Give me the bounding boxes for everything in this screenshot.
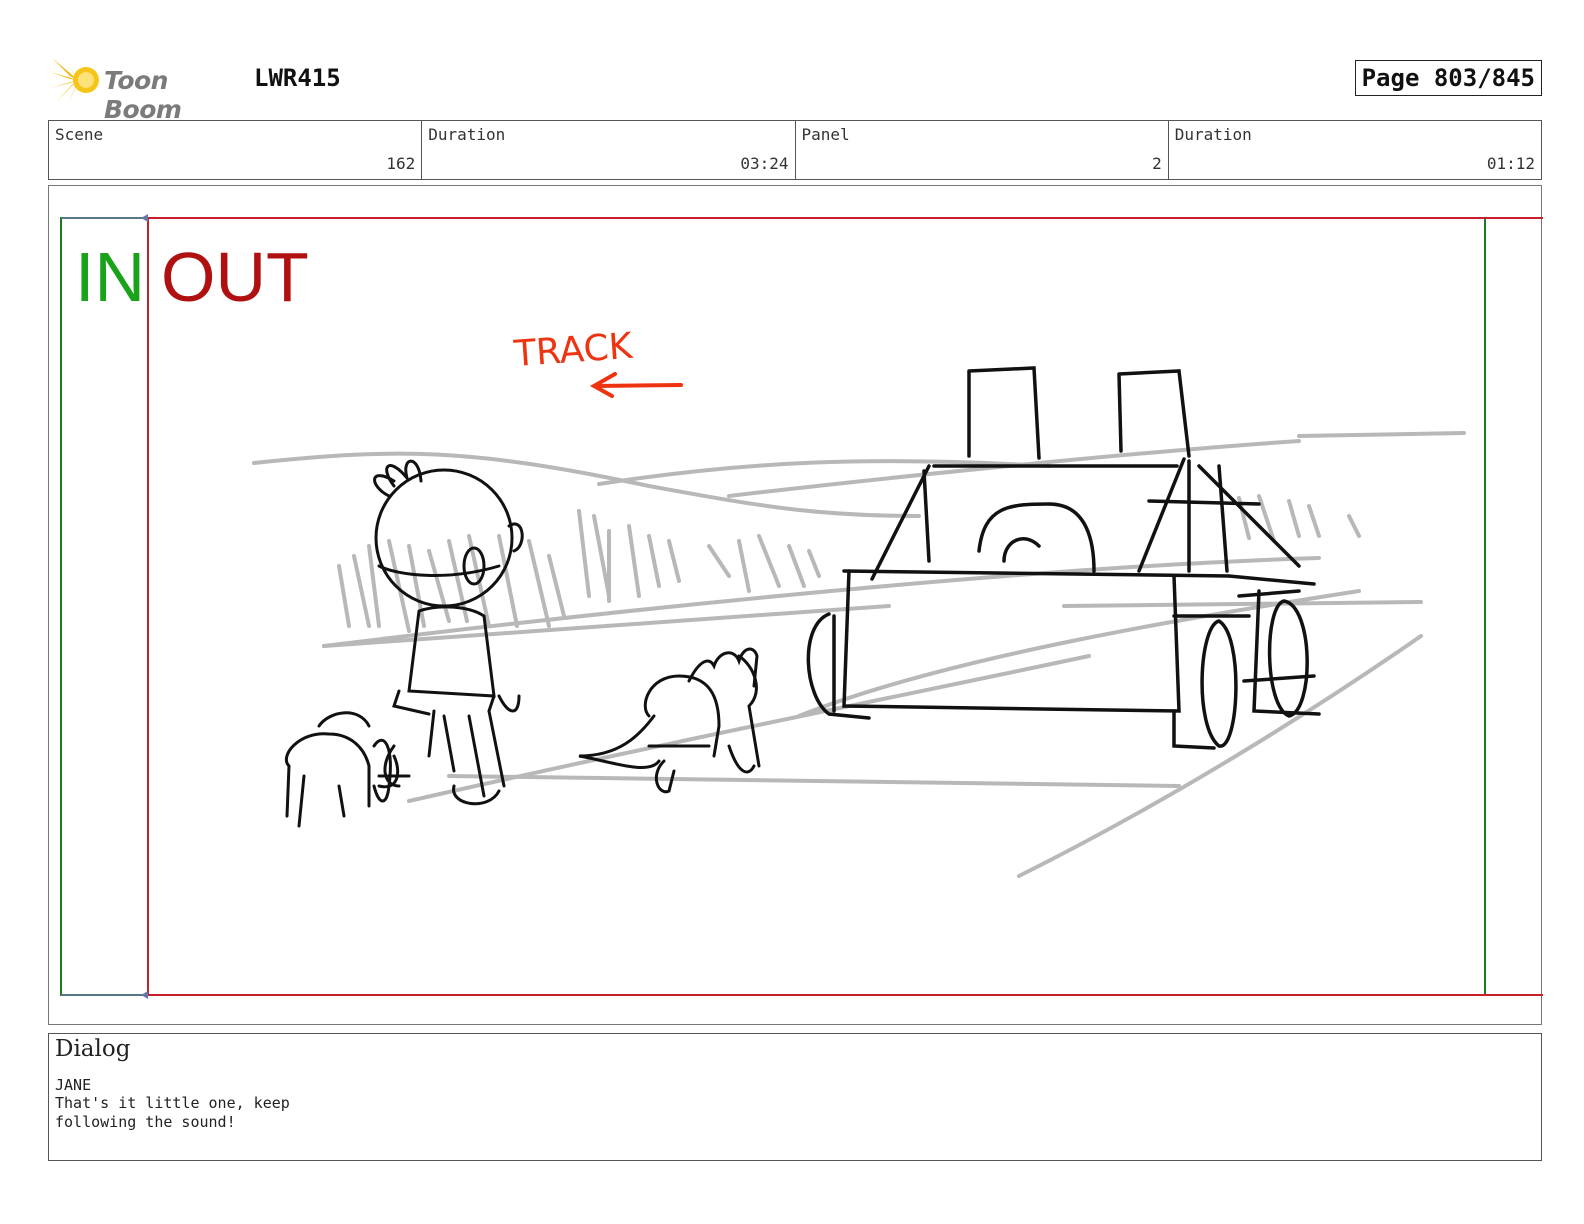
scene-value: 162 [386, 154, 416, 173]
in-label: IN [75, 238, 145, 316]
cat-sketch [578, 647, 761, 794]
scene-cell: Scene 162 [49, 121, 423, 179]
panel-duration-value: 01:12 [1486, 154, 1535, 173]
dialog-box: Dialog JANE That's it little one, keep f… [48, 1033, 1542, 1161]
sun-burst-icon [50, 58, 99, 104]
toon-boom-logo: Toon Boom [48, 54, 243, 124]
scene-duration-label: Duration [428, 125, 506, 144]
panel-cell: Panel 2 [796, 121, 1169, 179]
panel-duration-cell: Duration 01:12 [1169, 121, 1541, 179]
page-header: Toon Boom LWR415 Page 803/845 [48, 52, 1542, 124]
background-sketch [252, 431, 1466, 878]
dialog-line: That's it little one, keep [55, 1094, 290, 1112]
out-label: OUT [161, 238, 309, 316]
dialog-line: following the sound! [55, 1113, 236, 1131]
scene-label: Scene [55, 125, 104, 144]
project-code: LWR415 [254, 64, 341, 92]
vehicle-sketch [806, 366, 1321, 750]
page-number: Page 803/845 [1354, 60, 1542, 96]
storyboard-panel: IN OUT TRACK [48, 185, 1543, 1025]
dialog-title: Dialog [55, 1036, 131, 1062]
dialog-speaker: JANE [55, 1076, 92, 1094]
panel-drawing: IN OUT TRACK [60, 214, 1543, 999]
panel-value: 2 [1152, 154, 1162, 173]
camera-note: TRACK [512, 326, 635, 375]
scene-duration-value: 03:24 [740, 154, 789, 173]
dog-sketch [285, 711, 411, 828]
panel-label: Panel [801, 125, 850, 144]
track-arrow-icon [589, 372, 683, 398]
scene-duration-cell: Duration 03:24 [422, 121, 796, 179]
scene-info-table: Scene 162 Duration 03:24 Panel 2 Duratio… [48, 120, 1542, 180]
logo-text: Toon Boom [104, 66, 182, 124]
panel-duration-label: Duration [1174, 125, 1252, 144]
out-frame [147, 217, 1543, 996]
